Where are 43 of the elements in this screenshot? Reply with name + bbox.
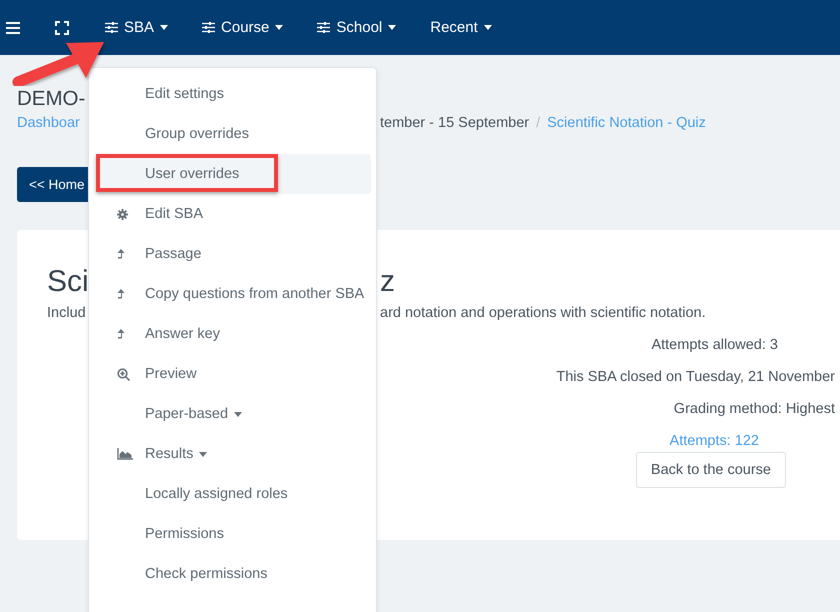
attempts-allowed-text: Attempts allowed: 3 <box>651 337 778 353</box>
menu-item[interactable]: Group overrides <box>97 114 371 154</box>
quiz-description: ard notation and operations with scientific notation. <box>380 305 706 321</box>
nav-menu-button[interactable]: School <box>309 0 404 55</box>
caret-icon <box>160 25 168 30</box>
upload-arrow-icon <box>117 288 125 300</box>
quiz-title: Sci <box>47 264 89 300</box>
nav-menu-button[interactable]: Course <box>194 0 292 55</box>
menu-item[interactable]: Permissions <box>97 514 371 554</box>
sliders-icon <box>317 22 330 33</box>
menu-item[interactable]: Results <box>97 434 371 474</box>
menu-item[interactable]: User overrides <box>97 154 371 194</box>
menu-item[interactable]: Locally assigned roles <box>97 474 371 514</box>
upload-arrow-icon <box>117 248 125 260</box>
breadcrumb-item: tember - 15 September <box>380 114 530 133</box>
caret-icon <box>388 25 396 30</box>
area-chart-icon <box>117 448 133 460</box>
nav-menu-button[interactable]: Recent <box>422 0 500 55</box>
quiz-description: Includ <box>47 305 86 321</box>
grading-method-text: Grading method: Highest <box>674 401 835 417</box>
page-title: DEMO- <box>17 86 86 112</box>
back-to-course-button[interactable]: Back to the course <box>636 452 786 488</box>
attempts-link[interactable]: Attempts: 122 <box>670 433 759 449</box>
quiz-title: z <box>380 264 395 300</box>
menu-item[interactable]: Passage <box>97 234 371 274</box>
gear-icon <box>117 208 128 220</box>
zoom-in-icon <box>117 368 130 380</box>
menu-icon[interactable] <box>6 22 20 34</box>
fullscreen-icon[interactable] <box>55 20 69 34</box>
breadcrumb-separator: / <box>536 114 540 133</box>
caret-icon <box>484 25 492 30</box>
closed-note-text: This SBA closed on Tuesday, 21 November <box>556 369 835 385</box>
menu-item[interactable]: Check permissions <box>97 554 371 594</box>
nav-menu-button[interactable]: SBA <box>97 0 176 55</box>
caret-icon <box>275 25 284 30</box>
menu-item[interactable]: Answer key <box>97 314 371 354</box>
menu-item[interactable]: Edit settings <box>97 74 371 114</box>
menu-item[interactable]: Preview <box>97 354 371 394</box>
upload-arrow-icon <box>117 328 125 340</box>
sliders-icon <box>202 22 216 33</box>
sliders-icon <box>105 22 118 33</box>
menu-item[interactable]: Copy questions from another SBA <box>97 274 371 314</box>
menu-item[interactable]: Paper-based <box>97 394 371 434</box>
